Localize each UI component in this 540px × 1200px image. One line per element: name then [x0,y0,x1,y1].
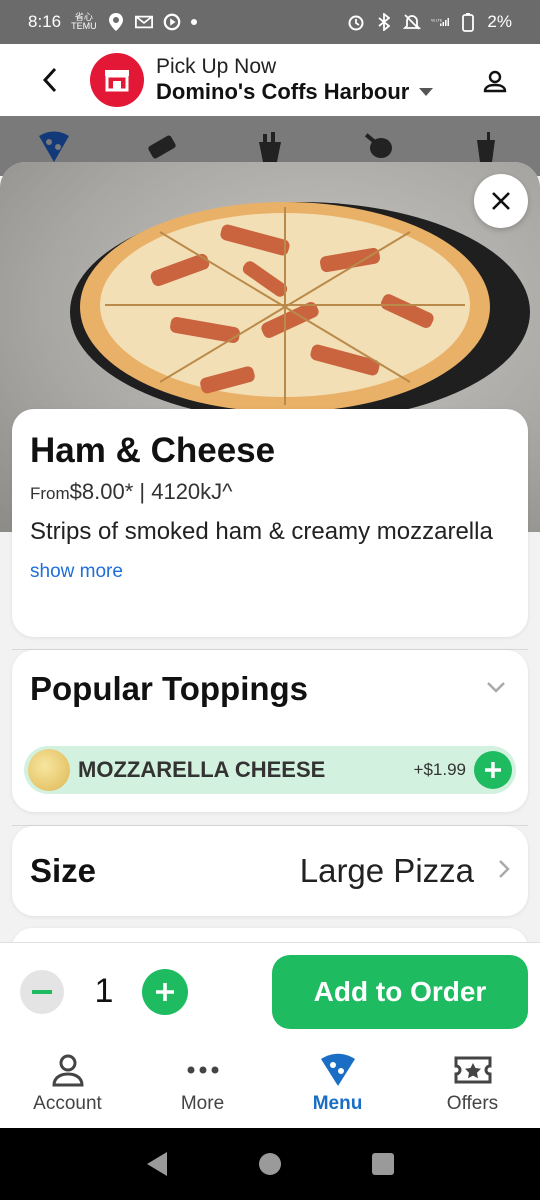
person-icon [483,70,507,93]
quantity-value: 1 [94,972,114,1010]
nav-menu[interactable]: Menu [270,1040,405,1128]
alarm-icon [347,13,365,31]
bottom-nav: Account More Menu Offers [0,1040,540,1128]
topping-name: MOZZARELLA CHEESE [78,757,326,782]
plus-icon [485,762,501,778]
caret-down-icon [419,88,434,97]
nav-more[interactable]: More [135,1040,270,1128]
nav-menu-label: Menu [312,1093,363,1114]
price-prefix: From [30,484,70,503]
back-arrow-icon [42,67,57,93]
store-selector[interactable]: Pick Up Now Domino's Coffs Harbour [156,55,434,105]
pizza-slice-icon [320,1053,355,1086]
size-selector[interactable]: Size Large Pizza [12,826,528,916]
nav-more-label: More [180,1093,225,1114]
drinks-category-icon [469,130,503,164]
status-bar: 8:16 省心 TEMU Vo LTE 2% [0,0,540,44]
more-notifications-dot [190,19,197,25]
system-home-icon[interactable] [258,1152,282,1176]
sides-category-icon [253,130,287,164]
price-line: From$8.00* | 4120kJ^ [30,479,510,505]
size-label: Size [30,852,97,889]
battery-icon [459,13,477,32]
size-value: Large Pizza [299,852,474,889]
toppings-title: Popular Toppings [30,670,309,707]
next-option-card [12,928,528,942]
app-header: Pick Up Now Domino's Coffs Harbour [0,44,540,116]
status-time: 8:16 [28,12,62,31]
mute-icon [403,13,422,31]
location-icon [107,13,125,31]
svg-text:Vo LTE: Vo LTE [431,19,443,23]
system-nav-bar [0,1128,540,1200]
increase-quantity-button[interactable] [142,968,188,1015]
product-info-card: Ham & Cheese From$8.00* | 4120kJ^ Strips… [12,409,528,637]
toppings-collapse-toggle[interactable] [486,680,506,698]
popular-toppings-card: Popular Toppings MOZZARELLA CHEESE +$1.9… [12,650,528,812]
order-bar: 1 Add to Order [0,942,540,1040]
nav-account-label: Account [33,1093,102,1114]
bluetooth-icon [375,13,393,31]
add-topping-button[interactable] [474,751,512,789]
deals-category-icon [145,130,179,164]
gmail-icon [134,13,153,31]
account-icon [51,1054,84,1087]
media-play-icon [163,13,181,31]
product-sheet: Ham & Cheese From$8.00* | 4120kJ^ Strips… [0,162,540,942]
nav-offers-label: Offers [446,1093,499,1114]
store-icon [105,70,129,92]
add-to-order-button[interactable]: Add to Order [272,954,528,1029]
plus-icon [156,982,174,1001]
decrease-quantity-button[interactable] [20,969,64,1014]
store-logo [90,53,144,107]
more-dots-icon [187,1066,218,1074]
close-icon [492,192,510,210]
product-description: Strips of smoked ham & creamy mozzarella [30,518,493,545]
ticket-star-icon [454,1056,491,1084]
battery-percent: 2% [487,12,512,31]
pizza-category-icon [37,130,71,164]
close-button[interactable] [474,174,528,228]
system-recents-icon[interactable] [371,1152,395,1176]
signal-icon: Vo LTE [431,13,450,31]
system-back-icon[interactable] [145,1151,169,1177]
topping-thumbnail [28,749,70,791]
store-name: Domino's Coffs Harbour [156,79,410,105]
pickup-mode-label: Pick Up Now [156,55,277,79]
topping-price: +$1.99 [413,760,466,779]
account-button[interactable] [478,64,512,98]
back-button[interactable] [20,44,80,116]
chicken-category-icon [361,130,395,164]
temu-notification-icon: 省心 TEMU [71,12,97,31]
price-energy: $8.00* | 4120kJ^ [69,479,233,504]
store-name-row: Domino's Coffs Harbour [156,79,434,105]
product-title: Ham & Cheese [30,431,276,470]
chevron-right-icon [498,859,510,884]
show-more-link[interactable]: show more [30,561,123,583]
nav-offers[interactable]: Offers [405,1040,540,1128]
nav-account[interactable]: Account [0,1040,135,1128]
chevron-down-icon [487,682,505,693]
topping-item[interactable]: MOZZARELLA CHEESE +$1.99 [24,746,516,794]
minus-icon [32,989,52,994]
